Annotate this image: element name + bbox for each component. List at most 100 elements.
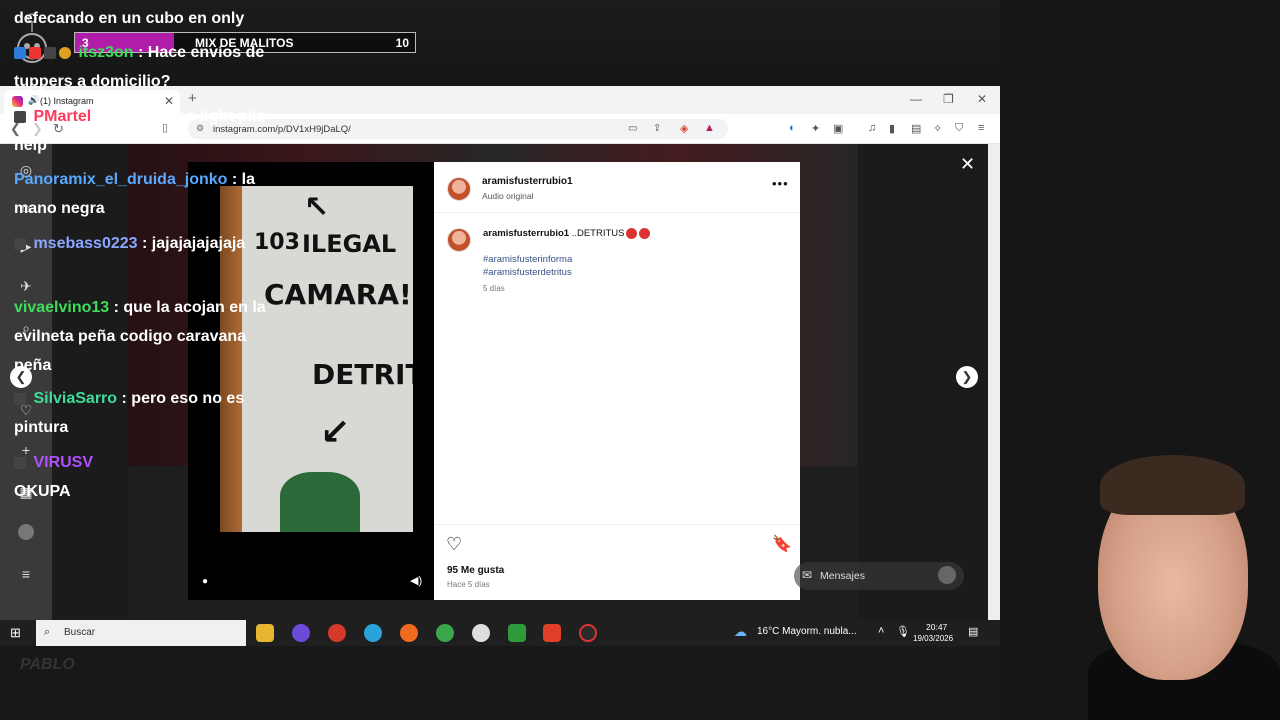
weather-cloud-icon[interactable]: ☁ bbox=[734, 624, 747, 640]
caption: aramisfusterrubio1 ..DETRITUS bbox=[483, 228, 651, 240]
chat-user[interactable]: SilviaSarro bbox=[33, 390, 117, 407]
like-heart-icon[interactable]: ♡ bbox=[446, 534, 462, 555]
chat-message: itsz3on : Hace envíos de tuppers a domic… bbox=[14, 38, 278, 96]
taskbar-search-placeholder: Buscar bbox=[64, 627, 96, 638]
sidebar-icon[interactable]: ▮ bbox=[889, 122, 895, 135]
more-options-icon[interactable]: ••• bbox=[772, 176, 789, 191]
messages-label: Mensajes bbox=[820, 570, 865, 582]
wallet-icon[interactable]: ▣ bbox=[833, 122, 843, 135]
graffiti-line-2: ILEGAL bbox=[302, 230, 397, 258]
brave-icon[interactable] bbox=[543, 624, 561, 642]
likes-count[interactable]: 95 Me gusta bbox=[447, 565, 504, 576]
graffiti-arrow-down: ↙ bbox=[320, 412, 351, 453]
chat-user[interactable]: vivaelvino13 bbox=[14, 299, 109, 316]
chat-user[interactable]: VIRUSV bbox=[33, 454, 93, 471]
caption-user[interactable]: aramisfusterrubio1 bbox=[483, 228, 569, 239]
chat-message: SilviaSarro : pero eso no es pintura bbox=[14, 384, 278, 442]
angry-emoji-icon bbox=[639, 228, 651, 239]
plant bbox=[280, 472, 360, 532]
notification-icon[interactable]: ▤ bbox=[968, 625, 978, 638]
menu-icon[interactable]: ≡ bbox=[978, 122, 984, 134]
app-icon[interactable] bbox=[328, 624, 346, 642]
music-icon[interactable]: ♫ bbox=[868, 122, 876, 134]
windows-taskbar: ⊞ ⌕ Buscar ☁ 16°C Mayorm. nubla... ˄ 🎙 2… bbox=[0, 620, 1000, 646]
brave-shield-icon[interactable]: ◈ bbox=[680, 122, 688, 135]
graffiti-line-4: DETRITU bbox=[312, 358, 413, 391]
share-icon[interactable]: ⇪ bbox=[653, 123, 661, 134]
divider bbox=[434, 212, 800, 213]
stream-watermark: PABLO bbox=[20, 656, 75, 673]
graffiti-arrow-up: ↖ bbox=[304, 190, 330, 225]
more-menu-icon[interactable]: ≡ bbox=[18, 566, 34, 582]
messenger-icon: ✉ bbox=[802, 568, 813, 582]
badge-icon bbox=[14, 392, 26, 405]
media-player-icon[interactable] bbox=[472, 624, 490, 642]
tagged-user-icon[interactable]: ● bbox=[202, 576, 208, 587]
badge-icon bbox=[14, 110, 26, 123]
chat-user[interactable]: itsz3on bbox=[78, 44, 133, 61]
wallet2-icon[interactable]: ▤ bbox=[911, 122, 921, 135]
stream-bottom bbox=[0, 646, 1000, 720]
post-details: aramisfusterrubio1 Audio original ••• ar… bbox=[434, 162, 800, 600]
messages-avatar bbox=[938, 566, 956, 584]
messages-button[interactable]: ✉ Mensajes bbox=[794, 562, 964, 590]
chat-message: msebass0223 : jajajajajajaja bbox=[14, 229, 278, 258]
chat-message: VIRUSV OKUPA bbox=[14, 448, 278, 506]
streamer-hair bbox=[1100, 455, 1245, 515]
chat-message: Panoramix_el_druida_jonko : la mano negr… bbox=[14, 165, 278, 223]
post-author-avatar[interactable] bbox=[447, 177, 471, 201]
post-time: Hace 5 días bbox=[447, 580, 490, 589]
graffiti-line-3: CAMARA! bbox=[264, 278, 412, 311]
scrollbar[interactable] bbox=[988, 144, 1000, 620]
windows-start-icon[interactable]: ⊞ bbox=[10, 625, 21, 641]
extensions-icon[interactable]: ✦ bbox=[811, 122, 820, 135]
badge-icon bbox=[14, 46, 26, 59]
chat-user[interactable]: PMartel bbox=[33, 108, 91, 125]
xbox-icon[interactable] bbox=[508, 624, 526, 642]
telegram-icon[interactable] bbox=[364, 624, 382, 642]
audio-icon[interactable]: ◐ bbox=[789, 122, 796, 134]
weather-text[interactable]: 16°C Mayorm. nubla... bbox=[757, 626, 857, 637]
discord-icon[interactable] bbox=[292, 624, 310, 642]
firefox-icon[interactable] bbox=[400, 624, 418, 642]
chat-message: defecando en un cubo en only bbox=[14, 4, 278, 33]
chat-user[interactable]: msebass0223 bbox=[33, 235, 137, 252]
brave-rewards-icon[interactable]: ▲ bbox=[704, 122, 715, 134]
divider bbox=[434, 524, 800, 525]
chrome-icon[interactable] bbox=[436, 624, 454, 642]
badge-icon bbox=[59, 46, 71, 59]
chat-text: : jajajajajajaja bbox=[142, 235, 246, 252]
poll-right-count: 10 bbox=[395, 36, 409, 50]
chat-user[interactable]: Panoramix_el_druida_jonko bbox=[14, 171, 227, 188]
vpn-icon[interactable]: ⛉ bbox=[955, 122, 963, 135]
minimize-icon[interactable]: — bbox=[910, 92, 922, 106]
caption-avatar[interactable] bbox=[447, 228, 471, 252]
badge-icon bbox=[44, 46, 56, 59]
close-window-icon[interactable]: ✕ bbox=[977, 92, 987, 106]
close-modal-icon[interactable]: ✕ bbox=[960, 154, 975, 175]
screen-icon[interactable]: ▭ bbox=[628, 123, 637, 134]
hashtag-link[interactable]: #aramisfusterinforma bbox=[483, 254, 572, 265]
caption-age: 5 días bbox=[483, 284, 505, 293]
obs-icon[interactable] bbox=[579, 624, 597, 642]
profile-avatar[interactable] bbox=[18, 524, 34, 540]
post-author-name[interactable]: aramisfusterrubio1 bbox=[482, 176, 573, 187]
hashtag-link[interactable]: #aramisfusterdetritus bbox=[483, 267, 572, 278]
save-bookmark-icon[interactable]: 🔖 bbox=[772, 534, 792, 554]
microphone-icon[interactable]: 🎙 bbox=[896, 625, 910, 638]
post-audio[interactable]: Audio original bbox=[482, 191, 534, 201]
badge-icon bbox=[14, 456, 26, 469]
badge-icon bbox=[29, 46, 41, 59]
messages-icon[interactable]: ✈ bbox=[18, 278, 34, 294]
caption-text: ..DETRITUS bbox=[569, 228, 625, 240]
next-post-button[interactable]: ❯ bbox=[956, 366, 978, 388]
tray-chevron-up-icon[interactable]: ˄ bbox=[878, 625, 884, 637]
mute-icon[interactable]: ◀) bbox=[410, 574, 422, 587]
leo-icon[interactable]: ✧ bbox=[933, 122, 942, 135]
clock-time[interactable]: 20:47 bbox=[926, 622, 947, 632]
taskbar-search[interactable]: ⌕ Buscar bbox=[36, 620, 246, 646]
clock-date[interactable]: 19/03/2026 bbox=[913, 634, 953, 643]
file-explorer-icon[interactable] bbox=[256, 624, 274, 642]
post-media[interactable]: 103 ILEGAL CAMARA! DETRITU ↖ ↙ ● ◀) bbox=[188, 162, 434, 600]
restore-icon[interactable]: ❐ bbox=[943, 92, 954, 106]
